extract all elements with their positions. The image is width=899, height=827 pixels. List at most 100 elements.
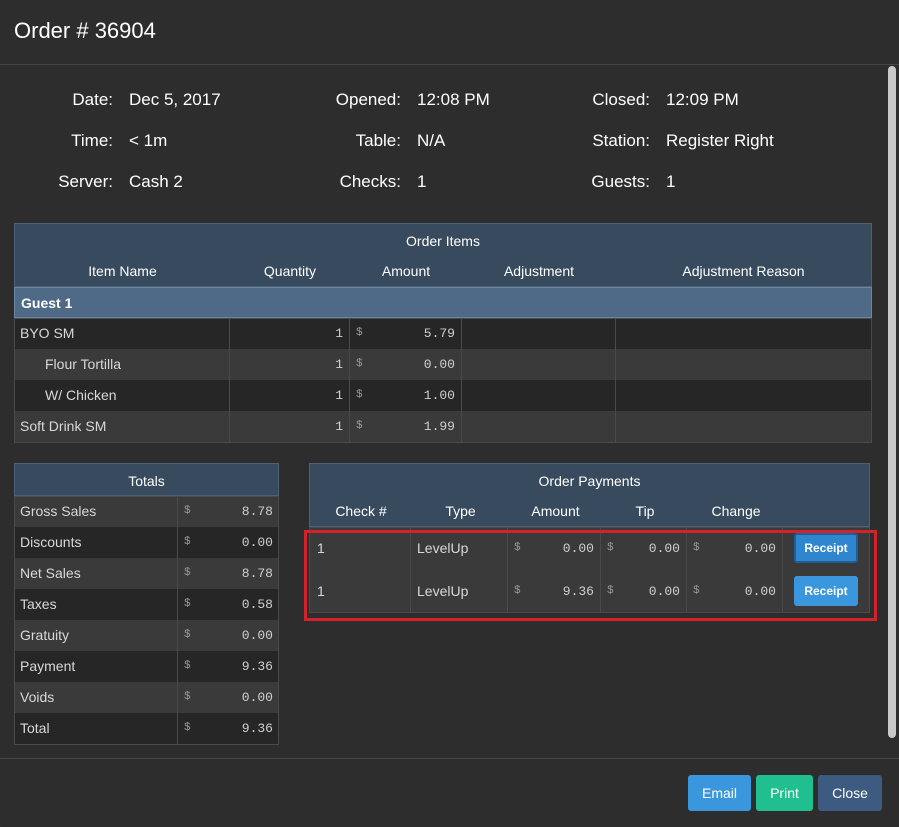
item-adjustment-reason	[616, 349, 872, 380]
order-modal: Order # 36904 Date: Dec 5, 2017 Time: < …	[0, 0, 899, 827]
payment-change: $0.00	[687, 570, 783, 613]
item-adjustment-reason	[616, 318, 872, 349]
item-quantity: 1	[230, 349, 350, 380]
date-label: Date:	[72, 90, 113, 109]
totals-label: Gratuity	[14, 620, 178, 651]
payment-row: 1 LevelUp $9.36 $0.00 $0.00	[309, 570, 870, 613]
print-button[interactable]: Print	[756, 775, 813, 811]
modal-header: Order # 36904	[0, 0, 899, 65]
scrollbar-thumb[interactable]	[888, 66, 896, 738]
totals-label: Discounts	[14, 527, 178, 558]
payment-tip: $0.00	[601, 527, 687, 570]
order-items-title: Order Items	[406, 233, 480, 249]
guest-label: Guest 1	[21, 295, 73, 311]
guests-value: 1	[666, 172, 676, 191]
opened-value: 12:08 PM	[417, 90, 490, 109]
email-button[interactable]: Email	[688, 775, 751, 811]
payments-title: Order Payments	[538, 473, 641, 489]
payments-header: Order Payments Check # Type Amount Tip C…	[309, 463, 870, 527]
totals-label: Net Sales	[14, 558, 178, 589]
item-adjustment	[462, 349, 616, 380]
time-value: < 1m	[129, 131, 168, 150]
item-amount: $5.79	[350, 318, 462, 349]
col-payment-amount[interactable]: Amount	[509, 503, 602, 519]
payment-type: LevelUp	[411, 527, 508, 570]
order-items-header: Order Items Item Name Quantity Amount Ad…	[14, 223, 872, 287]
item-quantity: 1	[230, 318, 350, 349]
col-adjustment-reason[interactable]: Adjustment Reason	[616, 263, 871, 279]
payment-check: 1	[309, 570, 411, 613]
date-value: Dec 5, 2017	[129, 90, 221, 109]
server-value: Cash 2	[129, 172, 183, 191]
col-quantity[interactable]: Quantity	[230, 263, 350, 279]
col-tip[interactable]: Tip	[602, 503, 688, 519]
item-name: W/ Chicken	[14, 380, 230, 411]
totals-row: Gratuity $0.00	[14, 620, 279, 651]
totals-row: Discounts $0.00	[14, 527, 279, 558]
receipt-button[interactable]: Receipt	[794, 533, 858, 563]
table-row: Flour Tortilla 1 $0.00	[14, 349, 872, 380]
modal-title: Order # 36904	[14, 18, 156, 43]
col-change[interactable]: Change	[688, 503, 784, 519]
payment-amount: $9.36	[508, 570, 601, 613]
item-adjustment	[462, 411, 616, 442]
close-button[interactable]: Close	[818, 775, 882, 811]
item-name: BYO SM	[14, 318, 230, 349]
totals-label: Gross Sales	[14, 496, 178, 527]
closed-label: Closed:	[592, 90, 650, 109]
item-quantity: 1	[230, 380, 350, 411]
server-label: Server:	[58, 172, 113, 191]
guests-label: Guests:	[591, 172, 650, 191]
payment-amount: $0.00	[508, 527, 601, 570]
payment-check: 1	[309, 527, 411, 570]
totals-row: Voids $0.00	[14, 682, 279, 713]
totals-value: $9.36	[184, 721, 273, 736]
totals-label: Total	[14, 713, 178, 744]
totals-row: Net Sales $8.78	[14, 558, 279, 589]
payment-type: LevelUp	[411, 570, 508, 613]
col-adjustment[interactable]: Adjustment	[462, 263, 616, 279]
totals-label: Taxes	[14, 589, 178, 620]
payment-tip: $0.00	[601, 570, 687, 613]
totals-row: Taxes $0.58	[14, 589, 279, 620]
item-amount: $1.00	[350, 380, 462, 411]
totals-row: Total $9.36	[14, 713, 279, 744]
totals-value: $0.58	[184, 597, 273, 612]
item-name: Flour Tortilla	[14, 349, 230, 380]
col-check-number[interactable]: Check #	[310, 503, 412, 519]
totals-title: Totals	[128, 473, 165, 489]
totals-row: Gross Sales $8.78	[14, 496, 279, 527]
table-label: Table:	[355, 131, 401, 150]
totals-value: $0.00	[184, 535, 273, 550]
totals-value: $8.78	[184, 566, 273, 581]
table-row: W/ Chicken 1 $1.00	[14, 380, 872, 411]
item-name: Soft Drink SM	[14, 411, 230, 442]
item-adjustment	[462, 318, 616, 349]
totals-label: Payment	[14, 651, 178, 682]
receipt-button[interactable]: Receipt	[794, 576, 858, 606]
totals-header: Totals	[14, 463, 279, 496]
totals-row: Payment $9.36	[14, 651, 279, 682]
checks-label: Checks:	[339, 172, 401, 191]
totals-value: $8.78	[184, 504, 273, 519]
item-amount: $1.99	[350, 411, 462, 442]
payment-row: 1 LevelUp $0.00 $0.00 $0.00	[309, 527, 870, 570]
totals-value: $9.36	[184, 659, 273, 674]
checks-value: 1	[417, 172, 427, 191]
col-item-name[interactable]: Item Name	[15, 263, 230, 279]
col-type[interactable]: Type	[412, 503, 509, 519]
totals-value: $0.00	[184, 690, 273, 705]
station-label: Station:	[592, 131, 650, 150]
opened-label: Opened:	[335, 90, 401, 109]
item-adjustment-reason	[616, 411, 872, 442]
time-label: Time:	[71, 131, 113, 150]
closed-value: 12:09 PM	[666, 90, 739, 109]
totals-value: $0.00	[184, 628, 273, 643]
station-value: Register Right	[666, 131, 774, 150]
item-amount: $0.00	[350, 349, 462, 380]
totals-label: Voids	[14, 682, 178, 713]
payment-change: $0.00	[687, 527, 783, 570]
table-value: N/A	[417, 131, 446, 150]
col-amount[interactable]: Amount	[350, 263, 462, 279]
table-row: BYO SM 1 $5.79	[14, 318, 872, 349]
